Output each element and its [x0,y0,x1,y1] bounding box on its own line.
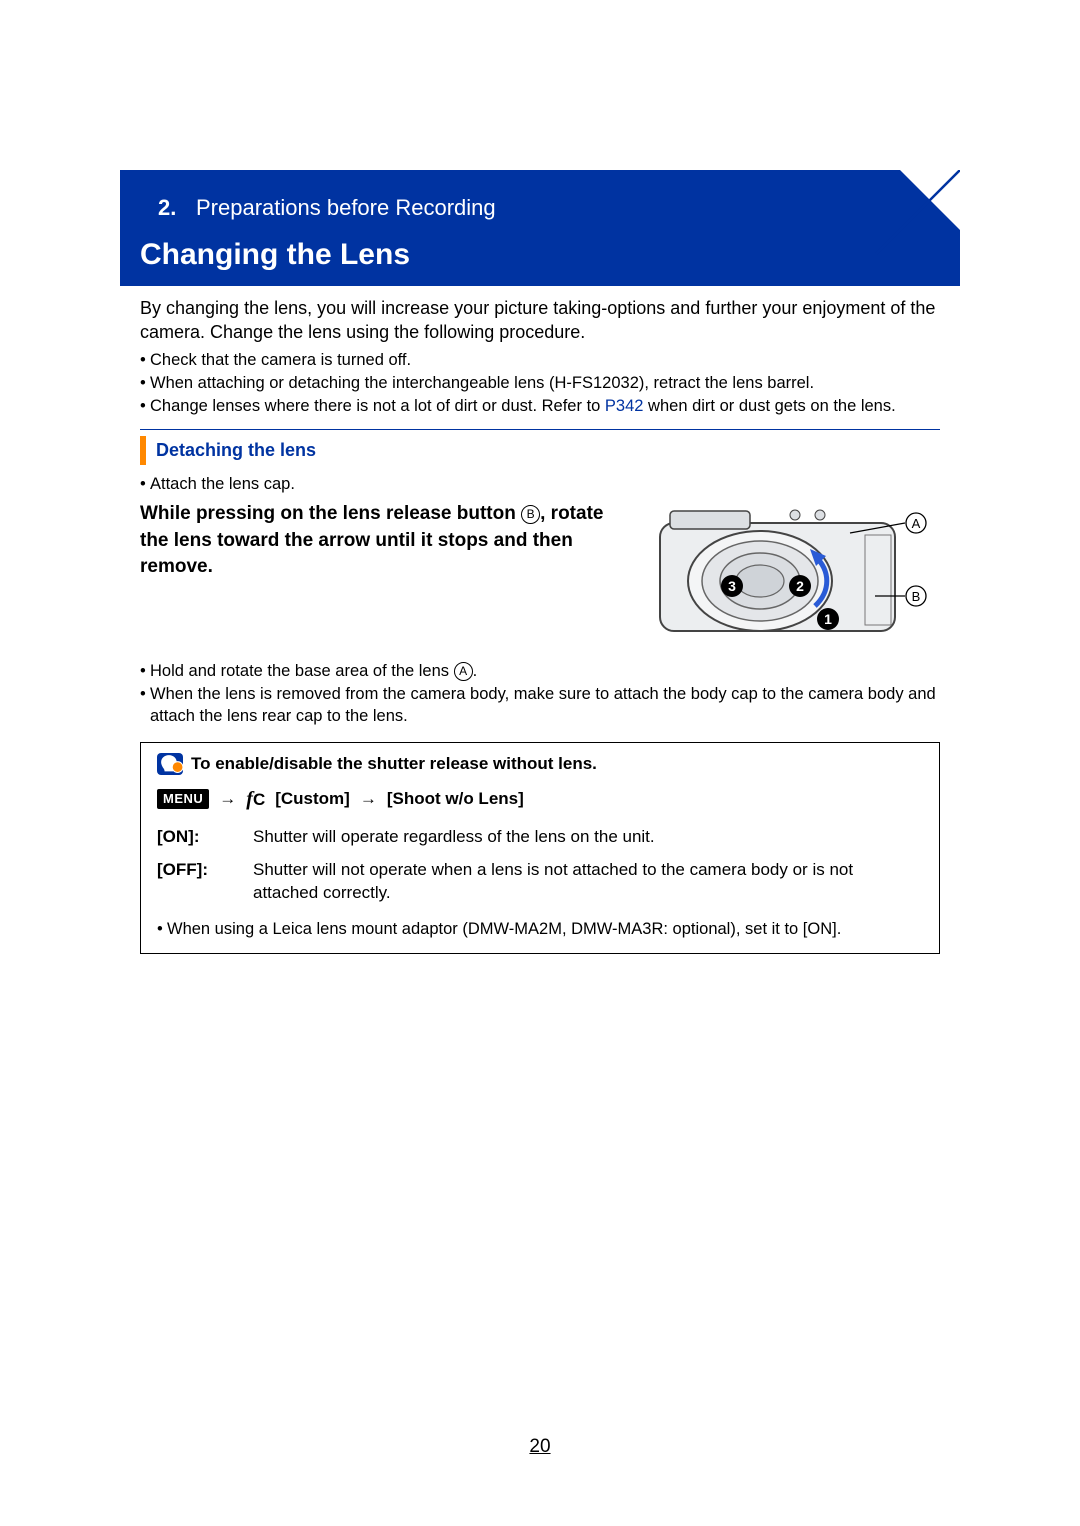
bullet: •When attaching or detaching the interch… [140,372,940,394]
bullet: •When the lens is removed from the camer… [140,683,940,728]
svg-text:1: 1 [824,611,832,627]
divider [140,429,940,430]
table-row: [OFF]: Shutter will not operate when a l… [157,856,923,912]
section-title: Changing the Lens [140,238,410,271]
bullet: •Change lenses where there is not a lot … [140,395,940,417]
menu-badge: MENU [157,789,209,809]
menu-path: MENU → fC [Custom] → [Shoot w/o Lens] [157,786,923,813]
camera-illustration: 1 2 3 A B [640,501,940,646]
chapter-number: 2. [158,195,176,221]
tip-box: To enable/disable the shutter release wi… [140,742,940,954]
intro-text: By changing the lens, you will increase … [140,296,940,345]
instruction-text: While pressing on the lens release butto… [140,501,626,581]
svg-text:3: 3 [728,578,736,594]
page-number: 20 [140,1434,940,1460]
chapter-header: 2. Preparations before Recording Changin… [120,170,960,286]
tip-icon [157,753,183,775]
bullet: •Hold and rotate the base area of the le… [140,660,940,682]
bullet: •Check that the camera is turned off. [140,349,940,371]
chapter-title: Preparations before Recording [196,195,496,221]
bullet: •Attach the lens cap. [140,473,940,495]
manual-page: 2. Preparations before Recording Changin… [120,170,960,1469]
tip-title: To enable/disable the shutter release wi… [191,753,597,776]
svg-text:2: 2 [796,578,804,594]
table-row: [ON]: Shutter will operate regardless of… [157,823,923,856]
bullet: •When using a Leica lens mount adaptor (… [157,918,923,940]
svg-text:A: A [912,516,921,531]
page-link[interactable]: P342 [605,397,644,415]
svg-text:B: B [912,589,921,604]
sub-heading: Detaching the lens [140,436,940,464]
options-table: [ON]: Shutter will operate regardless of… [157,823,923,912]
